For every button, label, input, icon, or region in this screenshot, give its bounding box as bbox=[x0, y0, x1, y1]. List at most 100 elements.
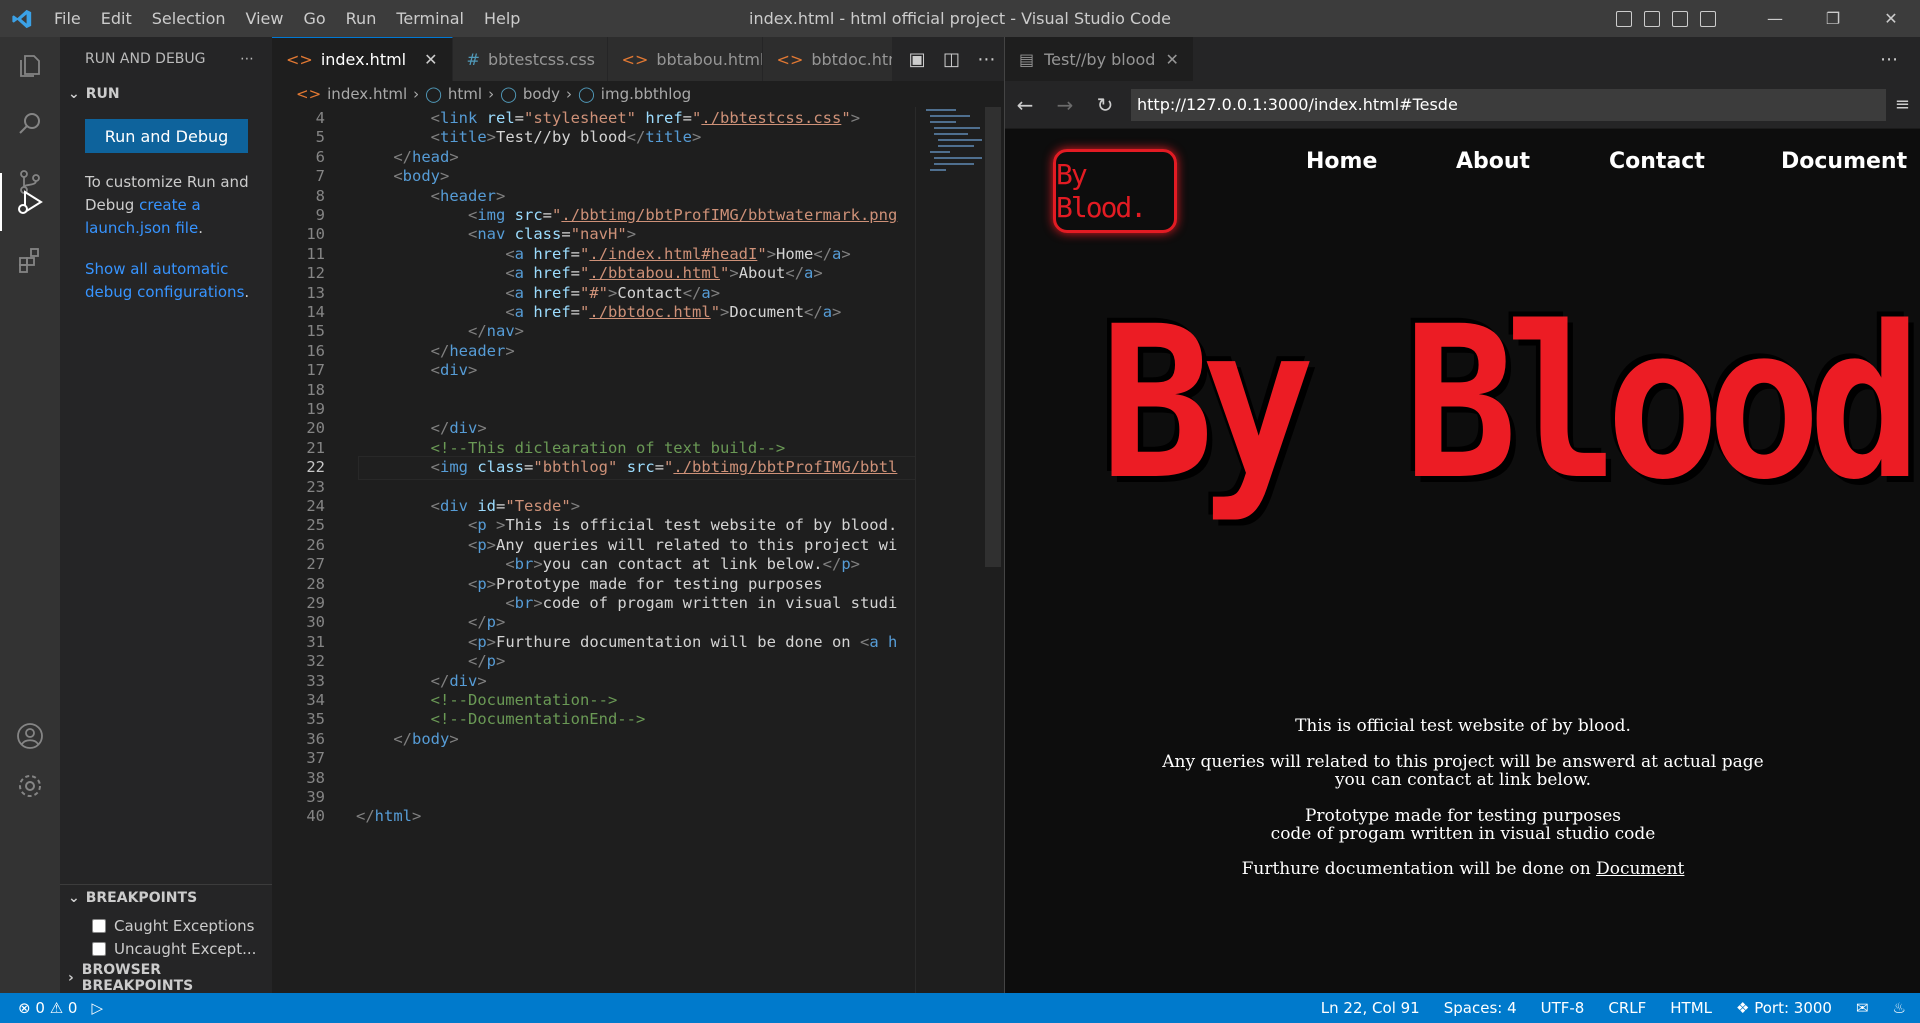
site-logo[interactable]: By Blood. bbox=[1053, 149, 1177, 233]
nav-about-link[interactable]: About bbox=[1456, 149, 1530, 174]
close-tab-icon[interactable]: ✕ bbox=[1165, 50, 1178, 69]
customize-layout-icon[interactable] bbox=[1700, 10, 1716, 27]
nav-document-link[interactable]: Document bbox=[1781, 149, 1907, 174]
browser-breakpoints-header[interactable]: › BROWSER BREAKPOINTS bbox=[60, 962, 272, 994]
nav-contact-link[interactable]: Contact bbox=[1609, 149, 1705, 174]
menu-selection[interactable]: Selection bbox=[142, 0, 236, 37]
manage-gear-icon[interactable] bbox=[0, 757, 60, 815]
element-icon: ◯ bbox=[578, 85, 595, 103]
menu-terminal[interactable]: Terminal bbox=[386, 0, 474, 37]
reload-icon[interactable]: ↻ bbox=[1085, 93, 1125, 117]
intro-paragraph: This is official test website of by bloo… bbox=[1295, 716, 1631, 736]
editor-actions: ▣ ◫ ⋯ bbox=[900, 37, 1004, 81]
chevron-right-icon: › bbox=[68, 970, 74, 986]
line-code: </html> bbox=[356, 807, 422, 826]
web-page: By Blood. Home About Contact Document By… bbox=[1005, 129, 1920, 993]
error-icon: ⊗ bbox=[18, 999, 31, 1017]
hero-logo-image: By Blood. bbox=[1100, 281, 1920, 526]
code-editor[interactable]: 4 <link rel="stylesheet" href="./bbtestc… bbox=[272, 107, 1004, 993]
run-and-debug-button[interactable]: Run and Debug bbox=[85, 119, 248, 153]
breadcrumb-html[interactable]: html bbox=[448, 85, 482, 103]
more-actions-icon[interactable]: ⋯ bbox=[240, 51, 254, 67]
explorer-icon[interactable] bbox=[0, 37, 60, 95]
forward-arrow-icon[interactable]: → bbox=[1045, 93, 1085, 117]
status-bar: ⊗ 0 ⚠ 0 ▷ Ln 22, Col 91 Spaces: 4 UTF-8 … bbox=[0, 993, 1920, 1023]
tab-index-html[interactable]: <> index.html ✕ bbox=[272, 37, 453, 81]
url-input[interactable]: http://127.0.0.1:3000/index.html#Tesde bbox=[1131, 88, 1886, 121]
menu-bar: File Edit Selection View Go Run Terminal… bbox=[44, 0, 530, 37]
breakpoint-uncaught-exceptions[interactable]: Uncaught Except... bbox=[92, 940, 256, 958]
code-line[interactable]: 40 </html> bbox=[272, 805, 1004, 829]
breadcrumb-img[interactable]: img.bbthlog bbox=[601, 85, 691, 103]
editor-tab-bar: <> index.html ✕ # bbtestcss.css <> bbtab… bbox=[272, 37, 1004, 81]
end-of-line[interactable]: CRLF bbox=[1608, 999, 1646, 1017]
breakpoints-header[interactable]: ⌄ BREAKPOINTS bbox=[60, 884, 272, 910]
close-tab-icon[interactable]: ✕ bbox=[424, 50, 437, 69]
menu-file[interactable]: File bbox=[44, 0, 91, 37]
indentation[interactable]: Spaces: 4 bbox=[1444, 999, 1517, 1017]
toggle-panel-icon[interactable] bbox=[1644, 10, 1660, 27]
tab-bbtdoc[interactable]: <> bbtdoc.html bbox=[762, 37, 893, 81]
run-and-debug-icon[interactable] bbox=[0, 173, 60, 231]
customize-text: To customize Run and Debug create a laun… bbox=[85, 173, 249, 237]
run-section-header[interactable]: ⌄ RUN bbox=[60, 81, 272, 107]
html-file-icon: <> bbox=[621, 49, 649, 69]
search-icon[interactable] bbox=[0, 95, 60, 153]
encoding[interactable]: UTF-8 bbox=[1541, 999, 1585, 1017]
more-actions-icon[interactable]: ⋯ bbox=[1880, 49, 1898, 70]
toggle-secondary-sidebar-icon[interactable] bbox=[1672, 10, 1688, 27]
sidebar-title: RUN AND DEBUG bbox=[85, 51, 206, 67]
element-icon: ◯ bbox=[500, 85, 517, 103]
menu-go[interactable]: Go bbox=[293, 0, 335, 37]
warning-icon: ⚠ bbox=[49, 999, 64, 1017]
tab-bbtestcss[interactable]: # bbtestcss.css bbox=[452, 37, 608, 81]
debug-launch-icon[interactable]: ▷ bbox=[91, 999, 103, 1017]
html-file-icon: <> bbox=[286, 50, 313, 69]
back-arrow-icon[interactable]: ← bbox=[1005, 93, 1045, 117]
split-editor-icon[interactable]: ◫ bbox=[943, 49, 960, 70]
css-file-icon: # bbox=[466, 49, 480, 69]
nav-home-link[interactable]: Home bbox=[1306, 149, 1377, 174]
show-all-debug-configs-link[interactable]: Show all automatic debug configurations bbox=[85, 260, 244, 301]
documentation-paragraph: Furthure documentation will be done on D… bbox=[1241, 859, 1685, 879]
chevron-down-icon: ⌄ bbox=[68, 889, 80, 906]
more-actions-icon[interactable]: ⋯ bbox=[977, 49, 995, 70]
extensions-icon[interactable] bbox=[0, 231, 60, 289]
html-file-icon: <> bbox=[296, 85, 322, 103]
breakpoint-caught-exceptions[interactable]: Caught Exceptions bbox=[92, 917, 255, 935]
feedback-icon[interactable]: ✉ bbox=[1856, 999, 1869, 1017]
vscode-window: File Edit Selection View Go Run Terminal… bbox=[0, 0, 1920, 1023]
toggle-primary-sidebar-icon[interactable] bbox=[1616, 10, 1632, 27]
breadcrumb: <> index.html › ◯ html › ◯ body › ◯ img.… bbox=[272, 81, 1004, 107]
breadcrumb-file[interactable]: index.html bbox=[327, 85, 407, 103]
restore-button[interactable]: ❐ bbox=[1804, 0, 1862, 37]
html-file-icon: <> bbox=[776, 49, 804, 69]
document-link[interactable]: Document bbox=[1596, 859, 1684, 879]
browser-tab[interactable]: ▤ Test//by blood ✕ bbox=[1005, 37, 1193, 81]
menu-run[interactable]: Run bbox=[336, 0, 387, 37]
menu-help[interactable]: Help bbox=[474, 0, 530, 37]
notifications-bell-icon[interactable]: ♨ bbox=[1893, 999, 1906, 1017]
menu-edit[interactable]: Edit bbox=[91, 0, 142, 37]
broadcast-icon: ❖ bbox=[1736, 999, 1750, 1017]
menu-view[interactable]: View bbox=[236, 0, 294, 37]
editor-scrollbar[interactable] bbox=[985, 107, 1001, 567]
caught-exceptions-checkbox[interactable] bbox=[92, 919, 106, 933]
close-window-button[interactable]: ✕ bbox=[1862, 0, 1920, 37]
language-mode[interactable]: HTML bbox=[1670, 999, 1712, 1017]
breadcrumb-body[interactable]: body bbox=[523, 85, 560, 103]
chevron-down-icon: ⌄ bbox=[68, 86, 80, 102]
open-in-browser-icon[interactable]: ≡ bbox=[1895, 94, 1910, 115]
browser-tab-bar: ▤ Test//by blood ✕ ⋯ bbox=[1005, 37, 1920, 81]
run-debug-sidebar: RUN AND DEBUG ⋯ ⌄ RUN Run and Debug To c… bbox=[60, 37, 272, 994]
tab-bbtabou[interactable]: <> bbtabou.html bbox=[607, 37, 763, 81]
problems-status[interactable]: ⊗ 0 ⚠ 0 bbox=[18, 999, 77, 1017]
open-preview-icon[interactable]: ▣ bbox=[909, 49, 926, 70]
live-server-port[interactable]: ❖ Port: 3000 bbox=[1736, 999, 1832, 1017]
line-number: 40 bbox=[306, 807, 325, 826]
uncaught-exceptions-checkbox[interactable] bbox=[92, 942, 106, 956]
minimize-button[interactable]: — bbox=[1746, 0, 1804, 37]
browser-address-bar: ← → ↻ http://127.0.0.1:3000/index.html#T… bbox=[1005, 81, 1920, 129]
element-icon: ◯ bbox=[425, 85, 442, 103]
cursor-position[interactable]: Ln 22, Col 91 bbox=[1321, 999, 1420, 1017]
